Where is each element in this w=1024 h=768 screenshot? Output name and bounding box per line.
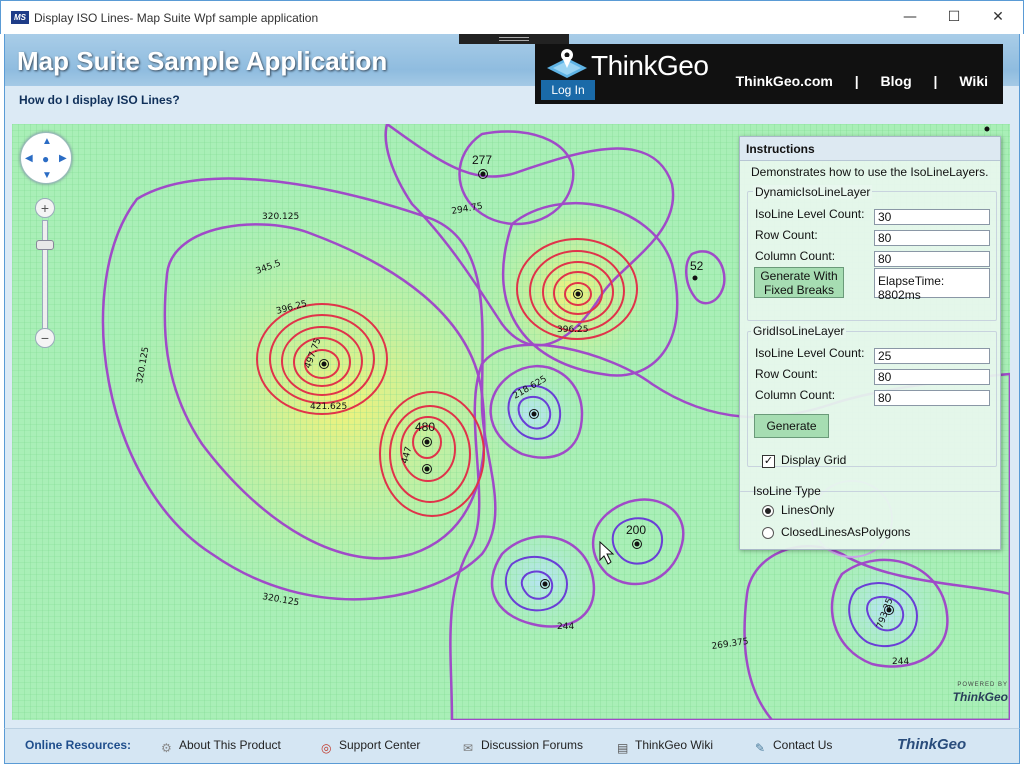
point-label: 277 xyxy=(472,153,492,167)
isoline-type-label: IsoLine Type xyxy=(753,484,821,498)
pan-up-icon[interactable]: ▲ xyxy=(42,136,52,147)
grid-row-label: Row Count: xyxy=(755,367,818,381)
thinkgeo-logo-icon xyxy=(547,49,587,78)
page-subtitle: How do I display ISO Lines? xyxy=(19,93,180,107)
zoom-out-icon[interactable]: − xyxy=(35,328,55,348)
gear-icon: ⚙ xyxy=(161,741,172,755)
about-product-label: About This Product xyxy=(179,738,281,752)
grid-row-input[interactable]: 80 xyxy=(874,369,990,385)
footer-logo: ThinkGeo xyxy=(897,736,967,753)
lifebuoy-icon: ◎ xyxy=(321,741,332,755)
contour-label: 421.625 xyxy=(310,402,347,412)
brand-banner: ThinkGeo Log In ThinkGeo.com | Blog | Wi… xyxy=(535,44,1003,104)
point-label: 480 xyxy=(415,420,435,434)
window-titlebar: MS Display ISO Lines- Map Suite Wpf samp… xyxy=(0,0,1024,34)
display-grid-checkbox[interactable]: ✓ xyxy=(762,455,775,468)
app-icon: MS xyxy=(11,11,29,24)
powered-by-text: POWERED BY xyxy=(957,682,1008,688)
header-grip[interactable] xyxy=(459,34,569,44)
powered-by-brand: ThinkGeo xyxy=(952,690,1008,704)
lines-only-radio[interactable] xyxy=(762,505,774,517)
dynamic-column-input[interactable]: 80 xyxy=(874,251,990,267)
minimize-button[interactable]: — xyxy=(887,1,933,34)
chat-icon: ✉ xyxy=(463,741,474,755)
thinkgeo-wiki-link[interactable]: ▤ ThinkGeo Wiki xyxy=(617,738,713,755)
grid-column-input[interactable]: 80 xyxy=(874,390,990,406)
dynamic-column-label: Column Count: xyxy=(755,249,836,263)
contact-us-label: Contact Us xyxy=(773,738,833,752)
footer-heading: Online Resources: xyxy=(25,738,132,752)
grid-group-legend: GridIsoLineLayer xyxy=(751,324,847,338)
zoom-slider-track[interactable] xyxy=(42,220,48,330)
display-grid-label: Display Grid xyxy=(781,453,847,467)
app-title: Map Suite Sample Application xyxy=(17,46,388,76)
pan-down-icon[interactable]: ▼ xyxy=(42,170,52,181)
panel-description: Demonstrates how to use the IsoLineLayer… xyxy=(751,165,989,179)
brand-name: ThinkGeo xyxy=(591,50,709,81)
zoom-slider-thumb[interactable] xyxy=(36,240,54,250)
pan-right-icon[interactable]: ▶ xyxy=(59,153,67,164)
window-title: Display ISO Lines- Map Suite Wpf sample … xyxy=(34,11,319,25)
support-center-link[interactable]: ◎ Support Center xyxy=(321,738,420,755)
pencil-icon: ✎ xyxy=(755,741,766,755)
login-button[interactable]: Log In xyxy=(541,80,595,100)
about-product-link[interactable]: ⚙ About This Product xyxy=(161,738,281,755)
instructions-panel: Instructions Demonstrates how to use the… xyxy=(739,136,1001,550)
link-thinkgeo[interactable]: ThinkGeo.com xyxy=(736,73,833,89)
dynamic-level-input[interactable]: 30 xyxy=(874,209,990,225)
zoom-in-icon[interactable]: + xyxy=(35,198,55,218)
point-label: 52 xyxy=(690,259,704,273)
thinkgeo-wiki-label: ThinkGeo Wiki xyxy=(635,738,714,752)
link-separator: | xyxy=(854,73,859,89)
closed-lines-label: ClosedLinesAsPolygons xyxy=(781,525,911,539)
generate-fixed-breaks-button[interactable]: Generate With Fixed Breaks xyxy=(754,267,844,298)
book-icon: ▤ xyxy=(617,741,629,755)
pan-left-icon[interactable]: ◀ xyxy=(25,153,33,164)
grid-column-label: Column Count: xyxy=(755,388,836,402)
dynamic-level-label: IsoLine Level Count: xyxy=(755,207,865,221)
dynamic-row-input[interactable]: 80 xyxy=(874,230,990,246)
footer-bar: Online Resources: ⚙ About This Product ◎ S… xyxy=(4,728,1020,764)
app-header: Map Suite Sample Application How do I di… xyxy=(4,34,1020,114)
link-separator: | xyxy=(933,73,938,89)
elapse-time-field: ElapseTime: 8802ms xyxy=(874,268,990,302)
contact-us-link[interactable]: ✎ Contact Us xyxy=(755,738,832,755)
grid-level-input[interactable]: 25 xyxy=(874,348,990,364)
contour-label: 396.25 xyxy=(557,325,589,335)
powered-by-logo: POWERED BY ThinkGeo xyxy=(928,682,1008,706)
generate-button[interactable]: Generate xyxy=(754,414,829,438)
support-center-label: Support Center xyxy=(339,738,421,752)
panel-title: Instructions xyxy=(740,137,1000,161)
link-blog[interactable]: Blog xyxy=(881,73,912,89)
point-label: 200 xyxy=(626,523,646,537)
pan-control[interactable]: ▲ ▼ ◀ ▶ ● xyxy=(20,132,72,184)
contour-label: 244 xyxy=(557,622,574,632)
contour-label: 320.125 xyxy=(262,212,299,222)
contour-label: 244 xyxy=(892,657,909,667)
dynamic-group-legend: DynamicIsoLineLayer xyxy=(753,185,873,199)
brand-links: ThinkGeo.com | Blog | Wiki xyxy=(727,73,997,89)
link-wiki[interactable]: Wiki xyxy=(959,73,988,89)
maximize-button[interactable]: ☐ xyxy=(931,1,977,34)
grid-level-label: IsoLine Level Count: xyxy=(755,346,865,360)
discussion-forums-label: Discussion Forums xyxy=(481,738,584,752)
lines-only-label: LinesOnly xyxy=(781,503,835,517)
close-button[interactable]: ✕ xyxy=(975,1,1021,34)
closed-lines-radio[interactable] xyxy=(762,527,774,539)
discussion-forums-link[interactable]: ✉ Discussion Forums xyxy=(463,738,583,755)
pan-center-icon[interactable]: ● xyxy=(42,152,49,166)
dynamic-row-label: Row Count: xyxy=(755,228,818,242)
